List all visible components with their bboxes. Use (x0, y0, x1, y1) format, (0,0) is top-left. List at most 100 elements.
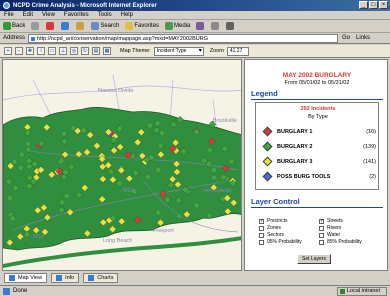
status-bar: Done Local intranet (0, 285, 390, 296)
layer-checkbox[interactable]: Water (319, 232, 340, 238)
select-icon[interactable]: ▭ (48, 47, 56, 55)
place-label: Brookville (213, 118, 237, 124)
by-type-label: By Type (308, 114, 328, 120)
browser-toolbar: Back Search Favorites Media (0, 20, 390, 33)
place-label: Long Beach (103, 238, 133, 244)
layer-control: ✓ Precincts Zones Sectors 95% Probability… (255, 218, 379, 266)
favorites-button[interactable]: Favorites (125, 22, 159, 30)
menu-favorites[interactable]: Favorites (64, 12, 89, 18)
map-view[interactable]: Nassau Divide Brookville Hempstead Freep… (2, 59, 242, 271)
menu-bar: File Edit View Favorites Tools Help (0, 11, 390, 20)
close-button[interactable]: × (379, 1, 388, 9)
layer-checkbox[interactable]: 95% Probability (259, 239, 302, 245)
layer-checkbox[interactable]: ✓ Streets (319, 218, 343, 224)
place-label: Nassau Divide (98, 88, 134, 94)
back-button[interactable]: Back (3, 22, 25, 30)
print-icon (226, 22, 235, 30)
menu-file[interactable]: File (4, 12, 14, 18)
address-bar: Address http://ncpd_ari/conservation/map… (0, 33, 390, 44)
search-button[interactable]: Search (91, 22, 119, 30)
set-layers-button[interactable]: Set Layers (297, 254, 331, 264)
minimize-button[interactable]: _ (359, 1, 368, 9)
zoom-label: Zoom (209, 48, 224, 54)
map-theme-select[interactable]: Incident Type (153, 46, 204, 56)
mail-button[interactable] (211, 22, 220, 30)
view-tabs: Map View Info Charts (0, 271, 390, 285)
history-button[interactable] (196, 22, 205, 30)
address-input[interactable]: http://ncpd_ari/conservation/map/mappage… (28, 33, 339, 43)
media-button[interactable]: Media (165, 22, 190, 30)
home-button[interactable] (76, 22, 85, 30)
legend-item: BURGLARY 1 (10) (262, 126, 376, 137)
menu-tools[interactable]: Tools (98, 12, 112, 18)
back-arrow-icon (3, 22, 11, 30)
layer-checkbox[interactable]: Rivers (319, 225, 341, 231)
layer-checkbox[interactable]: ✓ Precincts (259, 218, 288, 224)
place-label: Freeport (153, 228, 174, 234)
refresh-map-icon[interactable]: ↻ (81, 47, 89, 55)
identify-icon[interactable]: i (37, 47, 45, 55)
tab-map-view[interactable]: Map View (4, 273, 48, 283)
star-icon (125, 22, 134, 30)
place-label: Hempstead (203, 188, 232, 194)
zoom-in-icon[interactable]: + (4, 47, 12, 55)
address-label: Address (3, 35, 26, 41)
legend-divider (251, 99, 383, 100)
zoom-out-icon[interactable]: − (15, 47, 23, 55)
blue-diamond-icon (262, 171, 273, 182)
layer-checkbox[interactable]: Sectors (259, 232, 284, 238)
print-map-icon[interactable]: ▤ (92, 47, 100, 55)
map-toolbar: + − ✥ i ▭ ⟂ ◎ ↻ ▤ ▦ Map Theme: Incident … (0, 45, 390, 58)
print-button[interactable] (226, 22, 235, 30)
security-zone: Local intranet (337, 287, 387, 296)
window-title: NCPD Crime Analysis - Microsoft Internet… (13, 2, 157, 9)
home-icon (76, 22, 85, 30)
stop-button[interactable] (46, 22, 55, 30)
place-label: M10 (33, 234, 44, 240)
legend-item: BURGLARY 2 (139) (262, 141, 376, 152)
layer-control-divider (251, 207, 383, 208)
status-text: Done (13, 288, 28, 294)
measure-icon[interactable]: ⟂ (59, 47, 67, 55)
maximize-button[interactable]: □ (369, 1, 378, 9)
map-theme-label: Map Theme: (120, 48, 151, 54)
layer-checkbox[interactable]: 85% Probability (319, 239, 362, 245)
history-icon (196, 22, 205, 30)
zoom-input[interactable]: 41.27 (226, 46, 249, 56)
page-icon (3, 287, 10, 295)
mail-icon (211, 22, 220, 30)
search-icon (91, 22, 100, 30)
ie-icon (3, 2, 10, 9)
menu-view[interactable]: View (42, 12, 55, 18)
menu-help[interactable]: Help (121, 12, 133, 18)
legend-box: 292 Incidents By Type BURGLARY 1 (10) BU… (255, 102, 379, 190)
chart-icon (88, 275, 95, 281)
info-panel: MAY 2002 BURGLARY From 05/01/02 to 05/31… (244, 59, 388, 271)
links-button[interactable]: Links (356, 35, 370, 41)
table-icon[interactable]: ▦ (103, 47, 111, 55)
window-titlebar: NCPD Crime Analysis - Microsoft Internet… (0, 0, 390, 11)
report-date-range: From 05/01/02 to 05/31/02 (284, 80, 350, 86)
menu-edit[interactable]: Edit (23, 12, 33, 18)
legend-item: POSS BURG TOOLS (2) (262, 171, 376, 182)
go-button[interactable]: Go (342, 35, 350, 41)
forward-button[interactable] (31, 22, 40, 30)
pan-icon[interactable]: ✥ (26, 47, 34, 55)
place-label: M00 (123, 188, 134, 194)
yellow-diamond-icon (262, 156, 273, 167)
layer-checkbox[interactable]: Zones (259, 225, 281, 231)
tab-charts[interactable]: Charts (83, 273, 119, 283)
stop-icon (46, 22, 55, 30)
red-diamond-icon (262, 126, 273, 137)
info-icon (56, 275, 63, 281)
map-icon (9, 275, 15, 281)
legend-heading: Legend (251, 89, 278, 98)
full-extent-icon[interactable]: ◎ (70, 47, 78, 55)
green-diamond-icon (262, 141, 273, 152)
forward-arrow-icon (31, 22, 40, 30)
refresh-icon (61, 22, 70, 30)
media-icon (165, 22, 174, 30)
tab-info[interactable]: Info (51, 273, 80, 283)
refresh-button[interactable] (61, 22, 70, 30)
report-title: MAY 2002 BURGLARY (282, 72, 352, 79)
